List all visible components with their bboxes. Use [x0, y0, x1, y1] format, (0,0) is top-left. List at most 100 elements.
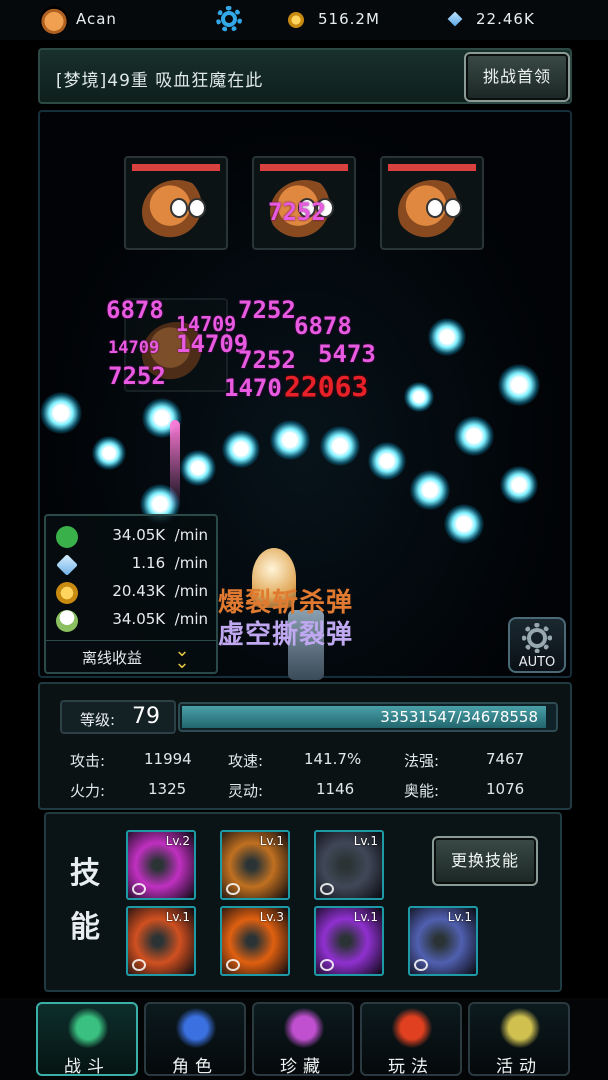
skill-slot[interactable]: Lv.1 — [408, 906, 478, 976]
stat-value: 7467 — [486, 750, 525, 768]
stage-title: [梦境]49重 吸血狂魔在此 — [56, 71, 264, 91]
stat-label: 火力: — [70, 782, 106, 800]
stat-label: 灵动: — [228, 782, 264, 800]
nav-tab-1[interactable]: 战斗 — [36, 1002, 138, 1077]
skill-slot[interactable]: Lv.3 — [220, 906, 290, 976]
stats-panel: 等级: 79 33531547/34678558 攻击: 11994 攻速: 1… — [38, 682, 572, 810]
stat-value: 1146 — [316, 780, 355, 798]
energy-orb — [404, 382, 434, 412]
skill-level: Lv.1 — [259, 834, 284, 848]
chevron-down-icon: ⌄ ⌄ — [174, 640, 190, 673]
gem-amount: 22.46K — [476, 10, 535, 28]
exp-value: 33531547/34678558 — [380, 708, 538, 726]
exp-progress-bar: 33531547/34678558 — [178, 702, 558, 732]
damage-number: 7252 — [108, 362, 166, 390]
play-mode-icon — [392, 1008, 432, 1048]
offline-income-toggle[interactable]: 离线收益 ⌄ ⌄ — [46, 640, 216, 672]
damage-number: 7252 — [238, 296, 296, 324]
challenge-boss-button[interactable]: 挑战首领 — [464, 52, 570, 102]
skill-type-icon — [226, 883, 240, 895]
damage-number: 6878 — [294, 312, 352, 340]
skill-slot[interactable]: Lv.1 — [314, 906, 384, 976]
gold-coin-icon — [288, 12, 304, 28]
skill-level: Lv.1 — [447, 910, 472, 924]
nav-tab-3[interactable]: 珍藏 — [252, 1002, 354, 1077]
enemy-hp-bar — [388, 164, 476, 171]
level-box: 等级: 79 — [60, 700, 176, 734]
energy-orb — [454, 416, 494, 456]
energy-orb — [222, 430, 260, 468]
energy-orb — [500, 466, 538, 504]
change-skill-button[interactable]: 更换技能 — [432, 836, 538, 886]
gem-icon — [56, 554, 78, 576]
skill-level: Lv.3 — [259, 910, 284, 924]
offline-income-label: 离线收益 — [82, 649, 143, 667]
nav-tab-5[interactable]: 活动 — [468, 1002, 570, 1077]
nav-tab-4[interactable]: 玩法 — [360, 1002, 462, 1077]
skill-slot[interactable]: Lv.1 — [126, 906, 196, 976]
gem-icon — [447, 11, 463, 27]
skills-title: 技 — [70, 856, 100, 891]
skill-type-icon — [226, 959, 240, 971]
skill-slot[interactable]: Lv.2 — [126, 830, 196, 900]
skill-level: Lv.2 — [165, 834, 190, 848]
income-row-exp: 34.05K /min — [46, 522, 216, 550]
auto-label: AUTO — [518, 655, 556, 670]
skill-slot[interactable]: Lv.1 — [220, 830, 290, 900]
damage-number: 7252 — [268, 198, 326, 226]
gold-amount: 516.2M — [318, 10, 380, 28]
skill-type-icon — [320, 959, 334, 971]
income-value: 1.16 /min — [131, 554, 208, 572]
settings-gear-icon[interactable] — [216, 6, 242, 32]
energy-orb — [410, 470, 450, 510]
nav-tab-2[interactable]: 角色 — [144, 1002, 246, 1077]
offline-income-panel: 34.05K /min 1.16 /min 20.43K /min 34.05K… — [44, 514, 218, 674]
stat-value: 141.7% — [304, 750, 362, 768]
exp-icon — [56, 526, 78, 548]
rice-icon — [56, 610, 78, 632]
enemy-hp-bar — [132, 164, 220, 171]
skill-type-icon — [414, 959, 428, 971]
energy-orb — [92, 436, 126, 470]
crossed-swords-icon — [68, 1008, 108, 1048]
income-row-gem: 1.16 /min — [46, 550, 216, 578]
stat-value: 1076 — [486, 780, 525, 798]
level-value: 79 — [132, 704, 160, 729]
enemy-card[interactable] — [124, 156, 228, 250]
skill-level: Lv.1 — [353, 834, 378, 848]
energy-orb — [428, 318, 466, 356]
nav-tab-label: 战斗 — [64, 1057, 110, 1077]
top-bar: Acan 516.2M 22.46K — [0, 0, 608, 40]
energy-orb — [368, 442, 406, 480]
income-value: 34.05K /min — [112, 526, 208, 544]
beam-effect — [170, 420, 180, 510]
event-icon — [500, 1008, 540, 1048]
nav-tab-label: 角色 — [172, 1057, 218, 1077]
auto-button[interactable]: AUTO — [508, 617, 566, 673]
gold-icon — [56, 582, 78, 604]
stat-label: 奥能: — [404, 782, 440, 800]
income-value: 34.05K /min — [112, 610, 208, 628]
skill-level: Lv.1 — [353, 910, 378, 924]
skill-slot[interactable]: Lv.1 — [314, 830, 384, 900]
damage-number: 5473 — [318, 340, 376, 368]
enemy-eye — [426, 198, 444, 218]
nav-tab-label: 活动 — [496, 1057, 542, 1077]
energy-orb — [40, 392, 82, 434]
income-row-gold: 20.43K /min — [46, 578, 216, 606]
damage-number: 1470 — [224, 374, 282, 402]
skill-type-icon — [132, 959, 146, 971]
stat-label: 攻击: — [70, 752, 106, 770]
damage-number: 14709 — [108, 338, 160, 358]
stat-value: 1325 — [148, 780, 187, 798]
energy-orb — [498, 364, 540, 406]
level-label: 等级: — [80, 711, 116, 729]
username: Acan — [76, 10, 117, 28]
damage-number-critical: 22063 — [284, 370, 369, 403]
enemy-eye — [444, 198, 462, 218]
avatar[interactable] — [40, 6, 68, 34]
nav-tab-label: 珍藏 — [280, 1057, 326, 1077]
energy-orb — [180, 450, 216, 486]
energy-orb — [320, 426, 360, 466]
enemy-card[interactable] — [380, 156, 484, 250]
